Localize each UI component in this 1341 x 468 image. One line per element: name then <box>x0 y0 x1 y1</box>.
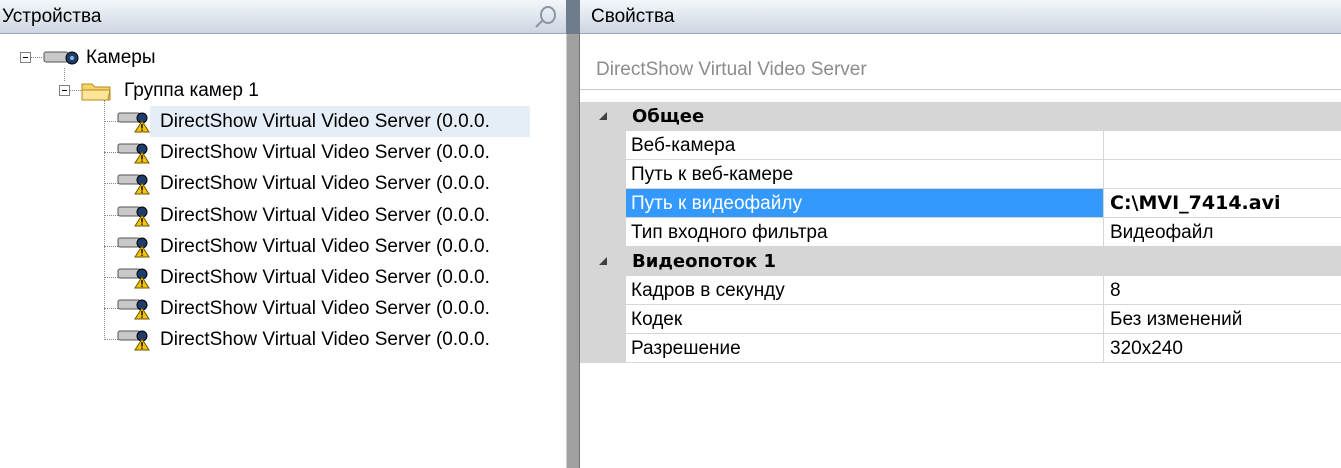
devices-panel-header: Устройства <box>0 0 566 34</box>
tree-label-server: DirectShow Virtual Video Server (0.0.0. <box>160 111 490 132</box>
camera-warning-icon <box>117 174 150 195</box>
properties-panel-header: Свойства <box>580 0 1341 34</box>
properties-panel-title: Свойства <box>591 6 675 27</box>
pin-icon[interactable] <box>534 5 558 29</box>
tree-node-server[interactable]: DirectShow Virtual Video Server (0.0.0. <box>104 324 530 355</box>
tree-label-server: DirectShow Virtual Video Server (0.0.0. <box>160 236 490 257</box>
property-value[interactable]: 320x240 <box>1104 334 1341 363</box>
tree-label-server: DirectShow Virtual Video Server (0.0.0. <box>160 205 490 226</box>
tree-label-server: DirectShow Virtual Video Server (0.0.0. <box>160 298 490 319</box>
property-value[interactable]: C:\MVI_7414.avi <box>1104 189 1341 218</box>
property-value[interactable] <box>1104 131 1341 160</box>
tree-label-server: DirectShow Virtual Video Server (0.0.0. <box>160 267 490 288</box>
category-label: Общее <box>632 106 705 127</box>
property-row-webcam[interactable]: Веб-камера <box>580 131 1341 160</box>
camera-warning-icon <box>117 299 150 320</box>
tree-label-server: DirectShow Virtual Video Server (0.0.0. <box>160 173 490 194</box>
property-grid: Общее Веб-камера Путь к веб-камере Путь … <box>580 102 1341 468</box>
property-name: Кодек <box>626 305 1104 334</box>
property-value[interactable]: Без изменений <box>1104 305 1341 334</box>
tree-node-cameras[interactable]: Камеры <box>0 42 566 73</box>
selected-object-description: DirectShow Virtual Video Server <box>580 34 1341 90</box>
camera-warning-icon <box>117 206 150 227</box>
property-name: Кадров в секунду <box>626 276 1104 305</box>
property-row-fps[interactable]: Кадров в секунду 8 <box>580 276 1341 305</box>
tree-node-server[interactable]: DirectShow Virtual Video Server (0.0.0. <box>104 231 530 262</box>
property-value[interactable]: 8 <box>1104 276 1341 305</box>
category-videostream-1[interactable]: Видеопоток 1 <box>580 247 1341 276</box>
tree-node-server[interactable]: DirectShow Virtual Video Server (0.0.0. <box>104 106 530 137</box>
camera-warning-icon <box>117 112 150 133</box>
property-name: Путь к видеофайлу <box>626 189 1104 218</box>
property-name: Веб-камера <box>626 131 1104 160</box>
property-value[interactable]: Видеофайл <box>1104 218 1341 247</box>
tree-label-server: DirectShow Virtual Video Server (0.0.0. <box>160 329 490 350</box>
property-row-resolution[interactable]: Разрешение 320x240 <box>580 334 1341 363</box>
tree-label-camera-group: Группа камер 1 <box>124 80 259 101</box>
camera-warning-icon <box>117 330 150 351</box>
selected-object-name: DirectShow Virtual Video Server <box>596 59 867 80</box>
property-value[interactable] <box>1104 160 1341 189</box>
tree-node-server[interactable]: DirectShow Virtual Video Server (0.0.0. <box>104 293 530 324</box>
device-tree: Камеры Группа камер 1 DirectShow Virtual… <box>0 34 566 468</box>
property-row-codec[interactable]: Кодек Без изменений <box>580 305 1341 334</box>
property-row-videofile-path[interactable]: Путь к видеофайлу C:\MVI_7414.avi <box>580 189 1341 218</box>
property-row-webcam-path[interactable]: Путь к веб-камере <box>580 160 1341 189</box>
devices-panel-title: Устройства <box>2 6 102 27</box>
collapse-triangle-icon[interactable] <box>599 257 607 265</box>
panel-splitter[interactable] <box>566 0 580 468</box>
camera-warning-icon <box>117 143 150 164</box>
property-row-input-filter-type[interactable]: Тип входного фильтра Видеофайл <box>580 218 1341 247</box>
camera-icon <box>43 51 79 65</box>
category-label: Видеопоток 1 <box>632 251 777 272</box>
tree-label-server: DirectShow Virtual Video Server (0.0.0. <box>160 142 490 163</box>
collapse-toggle-group[interactable] <box>59 85 70 96</box>
tree-node-server[interactable]: DirectShow Virtual Video Server (0.0.0. <box>104 200 530 231</box>
tree-node-server[interactable]: DirectShow Virtual Video Server (0.0.0. <box>104 168 530 199</box>
tree-node-server[interactable]: DirectShow Virtual Video Server (0.0.0. <box>104 262 530 293</box>
camera-warning-icon <box>117 268 150 289</box>
property-name: Путь к веб-камере <box>626 160 1104 189</box>
category-general[interactable]: Общее <box>580 102 1341 131</box>
property-name: Разрешение <box>626 334 1104 363</box>
collapse-triangle-icon[interactable] <box>599 112 607 120</box>
property-name: Тип входного фильтра <box>626 218 1104 247</box>
camera-warning-icon <box>117 237 150 258</box>
collapse-toggle-cameras[interactable] <box>20 52 31 63</box>
tree-label-cameras: Камеры <box>86 47 156 68</box>
splitter-top <box>566 0 580 34</box>
tree-node-camera-group[interactable]: Группа камер 1 <box>0 75 566 106</box>
folder-icon <box>81 83 111 101</box>
tree-node-server[interactable]: DirectShow Virtual Video Server (0.0.0. <box>104 137 530 168</box>
